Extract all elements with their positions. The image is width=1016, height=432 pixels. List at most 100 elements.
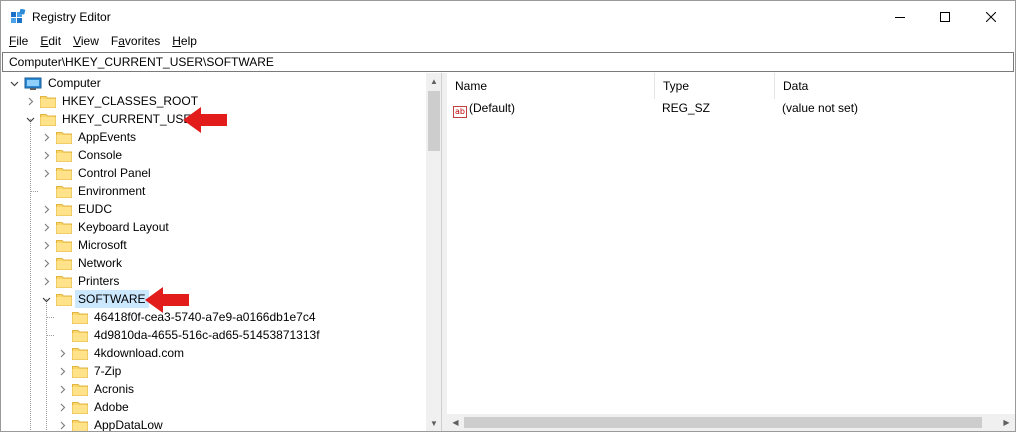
close-icon: [986, 11, 996, 22]
tree-node-label: Network: [78, 256, 123, 270]
tree-node-hkey-classes-root[interactable]: HKEY_CLASSES_ROOT: [24, 92, 200, 110]
chevron-down-icon[interactable]: [8, 74, 20, 92]
chevron-down-icon[interactable]: [24, 110, 36, 128]
chevron-right-icon[interactable]: [40, 254, 52, 272]
tree-node-adobe[interactable]: Adobe: [56, 398, 131, 416]
chevron-right-icon[interactable]: [40, 272, 52, 290]
chevron-right-icon[interactable]: [40, 128, 52, 146]
scroll-left-icon[interactable]: ◀: [447, 414, 464, 431]
folder-icon: [56, 167, 72, 180]
tree-node-4kdownload-com[interactable]: 4kdownload.com: [56, 344, 186, 362]
menu-view[interactable]: View: [67, 32, 105, 51]
tree-node-label: Acronis: [94, 382, 135, 396]
tree-node-label: Environment: [78, 184, 146, 198]
maximize-button[interactable]: [922, 1, 968, 32]
chevron-right-icon[interactable]: [40, 164, 52, 182]
registry-editor-window: Registry Editor File Edit View Favorites…: [0, 0, 1016, 432]
folder-icon: [56, 239, 72, 252]
list-scroll-thumb[interactable]: [464, 417, 982, 428]
tree-node-label: EUDC: [78, 202, 113, 216]
menu-file[interactable]: File: [1, 32, 34, 51]
tree-node-console[interactable]: Console: [40, 146, 124, 164]
chevron-right-icon[interactable]: [56, 380, 68, 398]
tree-node-hkey-current-user[interactable]: HKEY_CURRENT_USER: [24, 110, 202, 128]
folder-icon: [56, 203, 72, 216]
folder-icon: [72, 329, 88, 342]
title-bar[interactable]: Registry Editor: [1, 1, 1015, 32]
registry-icon: [10, 8, 26, 25]
string-value-icon: ab: [453, 106, 467, 118]
tree-node-network[interactable]: Network: [40, 254, 124, 272]
chevron-right-icon[interactable]: [56, 398, 68, 416]
tree-node-label: Computer: [48, 76, 101, 90]
menu-edit[interactable]: Edit: [34, 32, 67, 51]
tree-node-control-panel[interactable]: Control Panel: [40, 164, 153, 182]
folder-icon: [72, 419, 88, 431]
list-horizontal-scrollbar[interactable]: ◀ ▶: [447, 414, 1015, 431]
chevron-right-icon[interactable]: [24, 92, 36, 110]
tree-node-label: Adobe: [94, 400, 129, 414]
tree-scroll-thumb[interactable]: [428, 91, 440, 151]
folder-icon: [72, 311, 88, 324]
tree-node-keyboard-layout[interactable]: Keyboard Layout: [40, 218, 171, 236]
tree-connector: [56, 326, 68, 344]
tree-node-label: Printers: [78, 274, 120, 288]
menu-help[interactable]: Help: [166, 32, 203, 51]
menu-favorites[interactable]: Favorites: [105, 32, 166, 51]
value-row-type: REG_SZ: [662, 101, 711, 115]
tree-node-eudc[interactable]: EUDC: [40, 200, 114, 218]
tree-connector: [56, 308, 68, 326]
value-row-data: (value not set): [782, 101, 859, 115]
address-bar[interactable]: Computer\HKEY_CURRENT_USER\SOFTWARE: [2, 52, 1014, 72]
tree-node-label: 7-Zip: [94, 364, 122, 378]
folder-icon: [72, 401, 88, 414]
column-header-name[interactable]: Name: [447, 73, 655, 99]
tree-node-software[interactable]: SOFTWARE: [40, 290, 149, 308]
chevron-right-icon[interactable]: [40, 146, 52, 164]
tree-guide-line: [46, 299, 47, 431]
folder-icon: [56, 185, 72, 198]
minimize-icon: [895, 16, 905, 18]
scroll-right-icon[interactable]: ▶: [998, 414, 1015, 431]
tree-guide-line: [30, 119, 31, 431]
tree-node-appdatalow[interactable]: AppDataLow: [56, 416, 165, 431]
close-button[interactable]: [968, 1, 1014, 32]
column-header-type[interactable]: Type: [655, 73, 775, 99]
tree-connector: [40, 182, 52, 200]
value-row-name[interactable]: ab (Default): [453, 99, 515, 118]
tree-node-7-zip[interactable]: 7-Zip: [56, 362, 123, 380]
maximize-icon: [940, 11, 950, 22]
minimize-button[interactable]: [877, 1, 923, 32]
chevron-right-icon[interactable]: [40, 200, 52, 218]
chevron-right-icon[interactable]: [40, 236, 52, 254]
tree-node-4d9810da-4655-516c-ad65-51453871313f[interactable]: 4d9810da-4655-516c-ad65-51453871313f: [56, 326, 322, 344]
chevron-down-icon[interactable]: [40, 290, 52, 308]
tree-node-label: Console: [78, 148, 123, 162]
folder-icon: [40, 95, 56, 108]
chevron-right-icon[interactable]: [56, 362, 68, 380]
tree-node-label: SOFTWARE: [75, 290, 149, 308]
tree-node-microsoft[interactable]: Microsoft: [40, 236, 129, 254]
folder-icon: [56, 131, 72, 144]
window-title: Registry Editor: [32, 10, 111, 24]
column-header-data[interactable]: Data: [775, 73, 1015, 99]
values-list[interactable]: Name Type Data ab (Default) REG_SZ (value…: [447, 73, 1015, 431]
folder-icon: [56, 149, 72, 162]
folder-icon: [56, 257, 72, 270]
tree-node-acronis[interactable]: Acronis: [56, 380, 136, 398]
tree-node-label: Control Panel: [78, 166, 151, 180]
chevron-right-icon[interactable]: [56, 344, 68, 362]
tree-node-label: 4d9810da-4655-516c-ad65-51453871313f: [94, 328, 320, 342]
tree-node-appevents[interactable]: AppEvents: [40, 128, 138, 146]
tree-node-printers[interactable]: Printers: [40, 272, 121, 290]
tree-node-label: Keyboard Layout: [78, 220, 169, 234]
chevron-right-icon[interactable]: [56, 416, 68, 431]
tree-node-computer[interactable]: Computer: [8, 74, 103, 92]
scroll-up-icon[interactable]: ▲: [426, 73, 441, 89]
computer-icon: [24, 77, 42, 90]
tree-vertical-scrollbar[interactable]: ▲ ▼: [426, 73, 441, 431]
folder-icon: [56, 221, 72, 234]
scroll-down-icon[interactable]: ▼: [426, 415, 441, 431]
chevron-right-icon[interactable]: [40, 218, 52, 236]
tree-node-environment[interactable]: Environment: [40, 182, 147, 200]
